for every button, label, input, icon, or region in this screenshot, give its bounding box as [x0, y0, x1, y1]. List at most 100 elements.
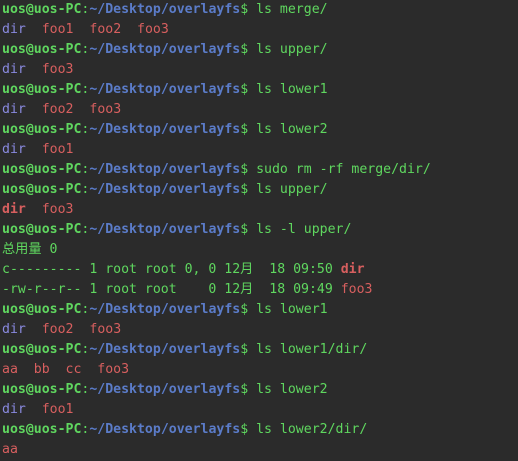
prompt-line: uos@uos-PC:~/Desktop/overlayfs$ ls lower… [2, 120, 516, 140]
prompt-dollar: $ [240, 342, 249, 357]
prompt-path: ~/Desktop/overlayfs [89, 422, 241, 437]
command-text: ls lower1/dir/ [248, 342, 368, 357]
output-directory: dir [2, 202, 26, 217]
output-file: foo3 [340, 282, 373, 297]
output-line: dir foo2 foo3 [2, 100, 516, 120]
prompt-path: ~/Desktop/overlayfs [89, 2, 241, 17]
prompt-user: uos@uos-PC [2, 302, 82, 317]
output-directory: dir [2, 402, 26, 417]
command-text: sudo rm -rf merge/dir/ [248, 162, 431, 177]
prompt-line: uos@uos-PC:~/Desktop/overlayfs$ sudo rm … [2, 160, 516, 180]
output-file: foo1 [41, 142, 74, 157]
prompt-user: uos@uos-PC [2, 382, 82, 397]
prompt-line: uos@uos-PC:~/Desktop/overlayfs$ ls lower… [2, 340, 516, 360]
output-file: aa bb cc foo3 [2, 362, 130, 377]
prompt-user: uos@uos-PC [2, 162, 82, 177]
output-file: foo2 [41, 102, 74, 117]
prompt-dollar: $ [240, 42, 249, 57]
prompt-user: uos@uos-PC [2, 342, 82, 357]
output-directory: dir [2, 102, 26, 117]
prompt-user: uos@uos-PC [2, 182, 82, 197]
terminal-window[interactable]: uos@uos-PC:~/Desktop/overlayfs$ ls merge… [0, 0, 518, 461]
command-text: ls lower1 [248, 82, 328, 97]
prompt-user: uos@uos-PC [2, 422, 82, 437]
command-text: ls -l upper/ [248, 222, 352, 237]
output-line: dir foo3 [2, 200, 516, 220]
output-line: c--------- 1 root root 0, 0 12月 18 09:50… [2, 260, 516, 280]
prompt-user: uos@uos-PC [2, 2, 82, 17]
output-line: aa bb cc foo3 [2, 360, 516, 380]
command-text: ls lower2 [248, 382, 328, 397]
command-text: ls lower2/dir/ [248, 422, 368, 437]
prompt-line: uos@uos-PC:~/Desktop/overlayfs$ ls lower… [2, 380, 516, 400]
output-line: dir foo1 [2, 400, 516, 420]
prompt-user: uos@uos-PC [2, 122, 82, 137]
prompt-path: ~/Desktop/overlayfs [89, 222, 241, 237]
prompt-dollar: $ [240, 82, 249, 97]
prompt-user: uos@uos-PC [2, 42, 82, 57]
prompt-path: ~/Desktop/overlayfs [89, 82, 241, 97]
prompt-path: ~/Desktop/overlayfs [89, 122, 241, 137]
prompt-dollar: $ [240, 162, 249, 177]
output-file: foo1 [41, 402, 74, 417]
prompt-dollar: $ [240, 422, 249, 437]
output-file: foo2 [89, 22, 122, 37]
output-line: dir foo1 [2, 140, 516, 160]
output-line: aa [2, 440, 516, 460]
output-file: foo3 [137, 22, 169, 37]
prompt-line: uos@uos-PC:~/Desktop/overlayfs$ ls upper… [2, 180, 516, 200]
prompt-path: ~/Desktop/overlayfs [89, 382, 241, 397]
prompt-dollar: $ [240, 382, 249, 397]
prompt-line: uos@uos-PC:~/Desktop/overlayfs$ ls upper… [2, 40, 516, 60]
prompt-path: ~/Desktop/overlayfs [89, 162, 241, 177]
prompt-path: ~/Desktop/overlayfs [89, 42, 241, 57]
output-file: foo3 [89, 322, 122, 337]
prompt-dollar: $ [240, 2, 249, 17]
command-text: ls lower2 [248, 122, 328, 137]
output-line: -rw-r--r-- 1 root root 0 12月 18 09:49 fo… [2, 280, 516, 300]
output-text: -rw-r--r-- 1 root root 0 12月 18 09:49 [2, 282, 341, 297]
output-directory: dir [2, 322, 26, 337]
output-file: foo3 [41, 202, 74, 217]
prompt-line: uos@uos-PC:~/Desktop/overlayfs$ ls merge… [2, 0, 516, 20]
output-file: foo1 [41, 22, 74, 37]
output-directory: dir [2, 62, 26, 77]
output-directory: dir [2, 142, 26, 157]
output-file: aa [2, 442, 18, 457]
command-text: ls lower1 [248, 302, 328, 317]
output-directory: dir [2, 22, 26, 37]
prompt-path: ~/Desktop/overlayfs [89, 302, 241, 317]
prompt-user: uos@uos-PC [2, 82, 82, 97]
output-line: dir foo3 [2, 60, 516, 80]
output-file: foo2 [41, 322, 74, 337]
command-text: ls upper/ [248, 182, 328, 197]
prompt-dollar: $ [240, 182, 249, 197]
output-line: 总用量 0 [2, 240, 516, 260]
output-line: dir foo1 foo2 foo3 [2, 20, 516, 40]
prompt-dollar: $ [240, 222, 249, 237]
output-file: foo3 [89, 102, 122, 117]
output-directory: dir [340, 262, 365, 277]
output-text: 总用量 0 [2, 242, 58, 257]
output-text: c--------- 1 root root 0, 0 12月 18 09:50 [2, 262, 341, 277]
prompt-line: uos@uos-PC:~/Desktop/overlayfs$ ls lower… [2, 420, 516, 440]
command-text: ls merge/ [248, 2, 328, 17]
output-line: dir foo2 foo3 [2, 320, 516, 340]
output-file: foo3 [41, 62, 74, 77]
prompt-dollar: $ [240, 302, 249, 317]
prompt-line: uos@uos-PC:~/Desktop/overlayfs$ ls lower… [2, 300, 516, 320]
prompt-path: ~/Desktop/overlayfs [89, 182, 241, 197]
prompt-line: uos@uos-PC:~/Desktop/overlayfs$ ls lower… [2, 80, 516, 100]
prompt-dollar: $ [240, 122, 249, 137]
